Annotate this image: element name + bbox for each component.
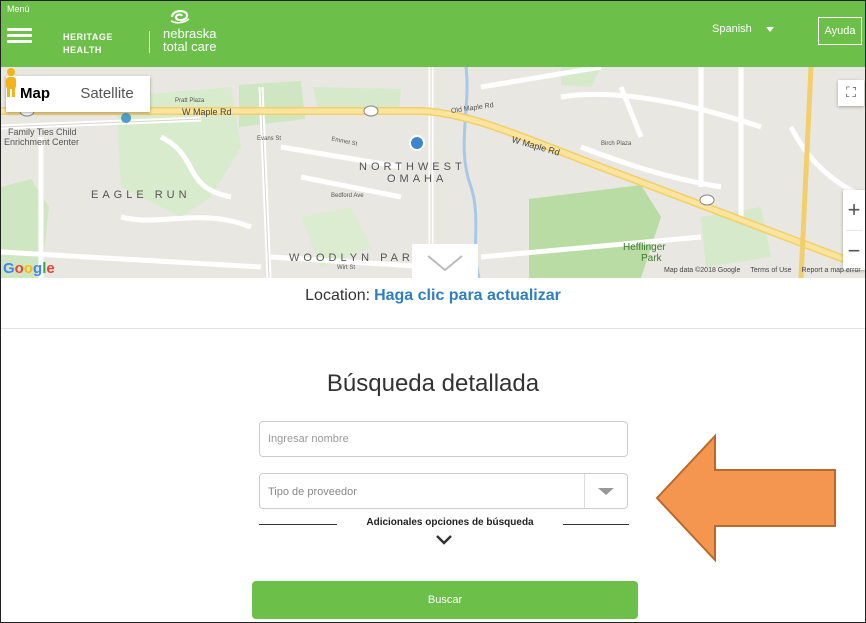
language-selector[interactable]: Spanish xyxy=(712,23,774,35)
zoom-in-icon[interactable]: + xyxy=(843,190,865,230)
road-label: Wirt St xyxy=(337,265,355,271)
search-button[interactable]: Buscar xyxy=(252,581,638,619)
road-label: Evans St xyxy=(257,136,282,142)
chevron-down-icon xyxy=(765,26,774,32)
poi-label: Enrichment Center xyxy=(4,137,80,147)
map-view[interactable]: W Maple Rd Pratt Plaza Old Maple Rd W Ma… xyxy=(1,67,865,278)
location-row: Location: Haga clic para actualizar xyxy=(1,287,865,305)
logo-heritage-text: HERITAGE HEALTH xyxy=(63,32,113,55)
report-link[interactable]: Report a map error xyxy=(802,267,861,274)
pegman-icon[interactable] xyxy=(1,67,21,99)
divider xyxy=(259,524,337,525)
logo-swirl-icon xyxy=(170,10,190,24)
park-label: Park xyxy=(641,253,662,264)
help-button[interactable]: Ayuda xyxy=(818,17,862,45)
park-label: Hefflinger xyxy=(623,242,666,253)
district-label: WOODLYN PAR xyxy=(289,252,414,264)
chevron-down-icon[interactable] xyxy=(434,533,454,547)
top-header: Menú HERITAGE HEALTH nebraska total care… xyxy=(1,1,865,67)
zoom-out-icon[interactable]: − xyxy=(843,231,865,271)
name-search-input[interactable] xyxy=(259,421,628,457)
select-toggle[interactable] xyxy=(584,474,627,508)
logo-divider xyxy=(149,31,150,53)
district-label: NORTHWEST xyxy=(359,161,466,173)
collapse-map-button[interactable] xyxy=(412,244,478,278)
road-label: Birch Plaza xyxy=(601,141,632,147)
map-type-toggle: Map Satellite xyxy=(6,76,150,112)
language-value: Spanish xyxy=(712,23,752,35)
logo-total-care-text: total care xyxy=(163,39,217,54)
brand-logo[interactable]: HERITAGE HEALTH nebraska total care xyxy=(53,7,233,59)
district-label: OMAHA xyxy=(387,173,448,185)
menu-label: Menú xyxy=(7,4,30,14)
provider-type-select[interactable]: Tipo de proveedor xyxy=(259,473,628,509)
provider-type-placeholder: Tipo de proveedor xyxy=(268,486,357,498)
divider xyxy=(1,328,865,329)
road-label: Bedford Ave xyxy=(331,193,364,199)
poi-label: Family Ties Child xyxy=(8,127,77,137)
tab-satellite[interactable]: Satellite xyxy=(64,76,150,112)
road-label: W Maple Rd xyxy=(182,107,232,117)
map-attribution: Map data ©2018 Google Terms of Use Repor… xyxy=(664,267,861,274)
location-prefix: Location: xyxy=(305,287,371,304)
terms-link[interactable]: Terms of Use xyxy=(750,267,791,274)
update-location-link[interactable]: Haga clic para actualizar xyxy=(374,287,561,304)
hamburger-menu-icon[interactable] xyxy=(7,28,32,43)
annotation-arrow-icon xyxy=(655,433,836,563)
chevron-down-icon xyxy=(598,488,614,495)
map-data-text: Map data ©2018 Google xyxy=(664,267,741,274)
road-label: Pratt Plaza xyxy=(175,98,205,104)
divider xyxy=(563,524,629,525)
district-label: EAGLE RUN xyxy=(91,189,191,201)
chevron-down-icon xyxy=(427,255,463,272)
google-logo: Google xyxy=(3,260,55,277)
zoom-control: + − xyxy=(843,190,865,270)
app-frame: Menú HERITAGE HEALTH nebraska total care… xyxy=(0,0,866,623)
advanced-options-toggle[interactable]: Adicionales opciones de búsqueda xyxy=(337,517,563,528)
page-title: Búsqueda detallada xyxy=(326,370,540,397)
fullscreen-icon[interactable]: ⛶ xyxy=(838,80,864,106)
current-location-marker xyxy=(409,135,425,151)
